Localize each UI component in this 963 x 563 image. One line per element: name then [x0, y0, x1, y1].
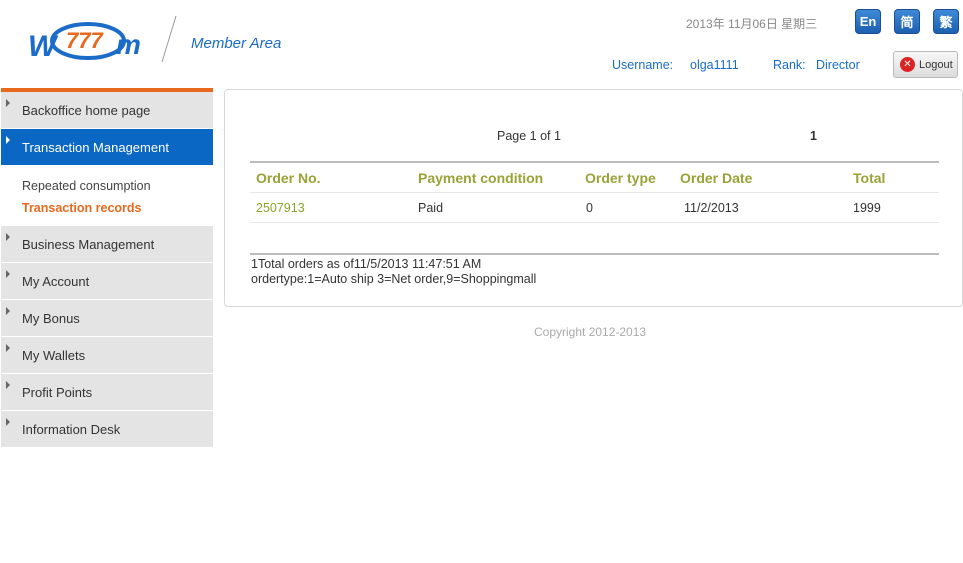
table-row: 2507913 Paid 0 11/2/2013 1999	[250, 193, 939, 223]
orders-total-line: 1Total orders as of11/5/2013 11:47:51 AM	[251, 257, 482, 271]
svg-text:777: 777	[66, 28, 104, 53]
copyright-text: Copyright 2012-2013	[534, 325, 647, 339]
transaction-records-panel: Page 1 of 1 1 Order No. Payment conditio…	[224, 89, 963, 307]
pager-page-link[interactable]: 1	[810, 129, 817, 143]
order-type-cell: 0	[586, 201, 593, 215]
arrow-right-icon	[6, 136, 10, 144]
submenu-item-transaction-records[interactable]: Transaction records	[22, 197, 213, 219]
sidebar-item-my-account[interactable]: My Account	[1, 263, 213, 300]
sidebar-item-my-wallets[interactable]: My Wallets	[1, 337, 213, 374]
lang-simplified-button[interactable]: 简	[894, 9, 920, 34]
sidebar-item-label: My Account	[22, 273, 90, 289]
current-date: 2013年 11月06日 星期三	[686, 17, 818, 31]
sidebar-item-information-desk[interactable]: Information Desk	[1, 411, 213, 448]
lang-traditional-button[interactable]: 繁	[933, 9, 959, 34]
member-area-title: Member Area	[191, 35, 282, 52]
header: W m 777 Member Area 2013年 11月06日 星期三 En …	[0, 0, 963, 88]
rank-value: Director	[816, 58, 860, 72]
logout-label: Logout	[919, 58, 953, 71]
wcm-logo[interactable]: W m 777	[26, 14, 148, 66]
logout-button[interactable]: ✕ Logout	[893, 51, 958, 78]
column-header-order-type: Order type	[585, 170, 656, 186]
arrow-right-icon	[6, 381, 10, 389]
close-icon: ✕	[900, 57, 915, 72]
sidebar: Backoffice home page Transaction Managem…	[1, 88, 213, 448]
username-label: Username:	[612, 58, 674, 72]
submenu-item-repeated-consumption[interactable]: Repeated consumption	[22, 175, 213, 197]
sidebar-item-label: Transaction Management	[22, 139, 169, 155]
order-type-legend: ordertype:1=Auto ship 3=Net order,9=Shop…	[251, 272, 537, 286]
sidebar-item-profit-points[interactable]: Profit Points	[1, 374, 213, 411]
header-divider	[161, 15, 177, 63]
arrow-right-icon	[6, 270, 10, 278]
username-value: olga1111	[690, 58, 739, 72]
sidebar-item-label: Profit Points	[22, 384, 93, 400]
table-bottom-rule	[250, 253, 939, 255]
svg-text:m: m	[116, 29, 141, 60]
column-header-total: Total	[853, 170, 886, 186]
sidebar-item-label: Backoffice home page	[22, 102, 151, 118]
orders-table: Order No. Payment condition Order type O…	[250, 161, 939, 223]
column-header-order-no: Order No.	[256, 170, 321, 186]
arrow-right-icon	[6, 233, 10, 241]
sidebar-item-label: Information Desk	[22, 421, 121, 437]
sidebar-item-transaction-management[interactable]: Transaction Management	[1, 129, 213, 166]
orders-summary: 1Total orders as of11/5/2013 11:47:51 AM…	[251, 257, 536, 287]
arrow-right-icon	[6, 344, 10, 352]
sidebar-item-my-bonus[interactable]: My Bonus	[1, 300, 213, 337]
column-header-order-date: Order Date	[680, 170, 753, 186]
order-number-link[interactable]: 2507913	[256, 193, 305, 223]
sidebar-item-business-management[interactable]: Business Management	[1, 226, 213, 263]
lang-en-button[interactable]: En	[855, 9, 881, 34]
order-date-cell: 11/2/2013	[684, 201, 739, 215]
rank-label: Rank:	[773, 58, 806, 72]
arrow-right-icon	[6, 99, 10, 107]
svg-text:W: W	[28, 30, 59, 63]
arrow-right-icon	[6, 307, 10, 315]
column-header-payment-condition: Payment condition	[418, 170, 544, 186]
transaction-submenu: Repeated consumption Transaction records	[1, 166, 213, 226]
arrow-right-icon	[6, 418, 10, 426]
sidebar-item-label: My Wallets	[22, 347, 86, 363]
sidebar-item-label: My Bonus	[22, 310, 80, 326]
pager-text: Page 1 of 1	[497, 129, 561, 143]
sidebar-item-label: Business Management	[22, 236, 155, 252]
sidebar-item-backoffice-home[interactable]: Backoffice home page	[1, 92, 213, 129]
table-header-row: Order No. Payment condition Order type O…	[250, 163, 939, 193]
total-cell: 1999	[853, 201, 881, 215]
payment-condition-cell: Paid	[418, 201, 444, 215]
